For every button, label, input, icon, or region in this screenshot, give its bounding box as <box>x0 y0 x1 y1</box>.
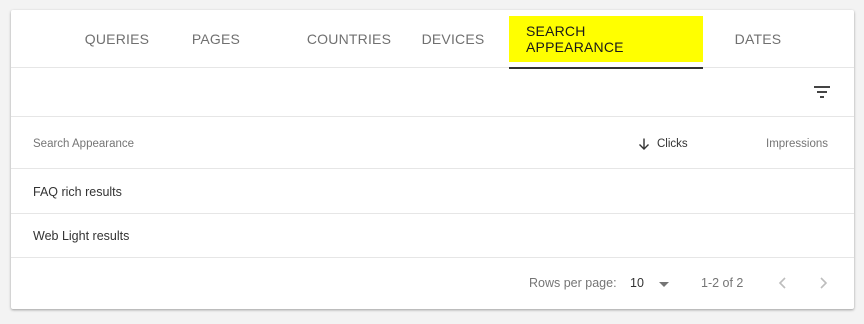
tab-pages[interactable]: PAGES <box>176 10 256 68</box>
pagination-bar: Rows per page: 10 1-2 of 2 <box>11 257 854 309</box>
previous-page-button[interactable] <box>777 257 789 309</box>
tab-devices[interactable]: DEVICES <box>411 10 495 68</box>
row-name: FAQ rich results <box>33 185 122 199</box>
next-page-button[interactable] <box>817 257 829 309</box>
table-toolbar <box>11 69 854 117</box>
tab-label: PAGES <box>191 31 241 47</box>
tab-label: COUNTRIES <box>306 31 392 47</box>
tab-countries[interactable]: COUNTRIES <box>289 10 409 68</box>
chevron-right-icon <box>820 277 828 289</box>
filter-button[interactable] <box>812 82 832 102</box>
arrow-down-icon <box>639 138 649 150</box>
dropdown-arrow-icon <box>658 281 669 287</box>
tab-dates[interactable]: DATES <box>719 10 797 68</box>
column-header-clicks[interactable]: Clicks <box>637 118 688 169</box>
performance-table-card: QUERIES PAGES COUNTRIES DEVICES SEARCH A… <box>11 10 854 309</box>
tab-label: SEARCH APPEARANCE <box>509 16 703 62</box>
chevron-left-icon <box>778 277 786 289</box>
tab-search-appearance[interactable]: SEARCH APPEARANCE <box>509 10 703 69</box>
filter-icon <box>814 86 830 98</box>
tab-label: QUERIES <box>84 31 150 47</box>
rows-per-page-select[interactable]: 10 <box>630 257 670 309</box>
tab-label: DATES <box>734 31 782 47</box>
tab-queries[interactable]: QUERIES <box>66 10 168 68</box>
column-header-label: Impressions <box>766 137 828 150</box>
column-header-label: Clicks <box>657 137 688 150</box>
table-row[interactable]: FAQ rich results <box>11 170 854 214</box>
table-row[interactable]: Web Light results <box>11 214 854 258</box>
column-header-search-appearance[interactable]: Search Appearance <box>33 118 134 169</box>
rows-per-page-value: 10 <box>630 276 644 290</box>
column-header-impressions[interactable]: Impressions <box>766 118 828 169</box>
row-name: Web Light results <box>33 229 130 243</box>
rows-per-page-label: Rows per page: <box>529 276 617 290</box>
pagination-range: 1-2 of 2 <box>701 276 744 290</box>
tab-label: DEVICES <box>421 31 485 47</box>
column-header-label: Search Appearance <box>33 137 135 150</box>
dimension-tabs: QUERIES PAGES COUNTRIES DEVICES SEARCH A… <box>11 10 854 69</box>
table-header-row: Search Appearance Clicks Impressions <box>11 118 854 169</box>
